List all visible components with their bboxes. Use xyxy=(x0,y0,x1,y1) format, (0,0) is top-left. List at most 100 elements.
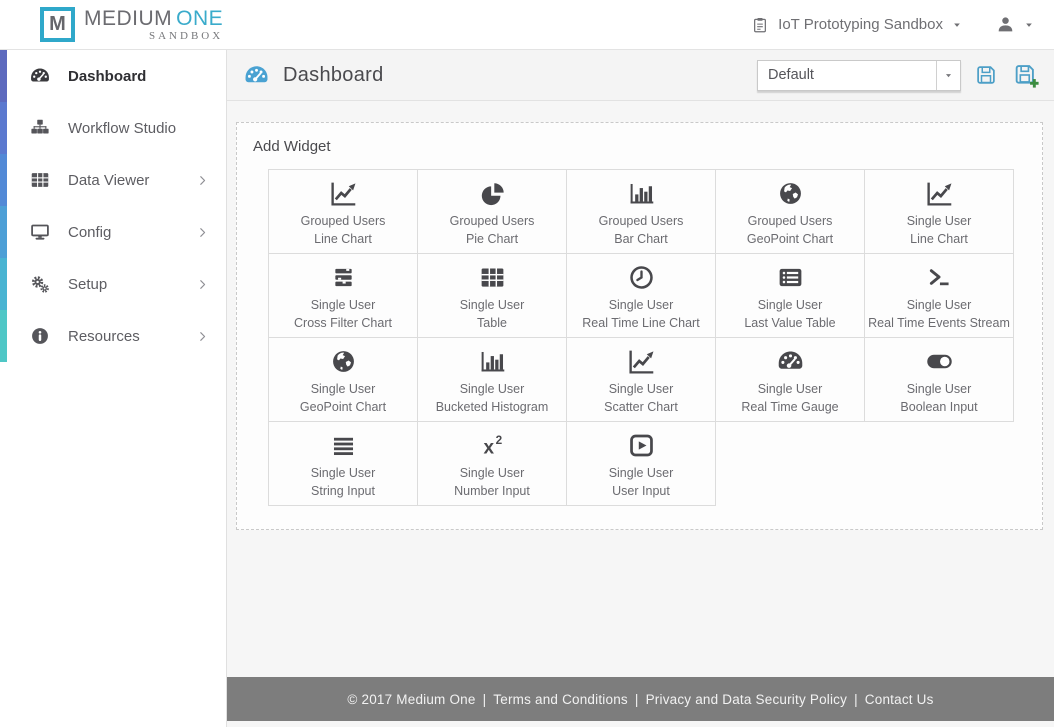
sidebar-nav: Dashboard Workflow Studio Data Viewer Co… xyxy=(0,50,226,362)
sidebar-accent-dashboard xyxy=(0,50,7,102)
terminal-icon xyxy=(925,263,954,292)
globe-icon xyxy=(329,347,358,376)
cross-filter-icon xyxy=(329,263,358,292)
widget-single-user-number-input[interactable]: Single User Number Input xyxy=(418,422,567,506)
footer-separator: | xyxy=(634,691,639,707)
widget-single-user-bucketed-histogram[interactable]: Single User Bucketed Histogram xyxy=(418,338,567,422)
line-chart-icon xyxy=(329,179,358,208)
footer-link-contact-us[interactable]: Contact Us xyxy=(865,692,934,707)
widget-single-user-line-chart[interactable]: Single User Line Chart xyxy=(865,170,1014,254)
sidebar-item-label: Setup xyxy=(68,275,108,293)
widget-group-label: Single User xyxy=(459,382,525,396)
save-plus-icon xyxy=(1013,62,1039,88)
sidebar-accent-config xyxy=(0,206,7,258)
sandbox-selector[interactable]: IoT Prototyping Sandbox xyxy=(751,16,962,34)
widget-type-label: Cross Filter Chart xyxy=(294,316,392,330)
widget-type-label: Bar Chart xyxy=(614,232,668,246)
widget-single-user-real-time-line-chart[interactable]: Single User Real Time Line Chart xyxy=(567,254,716,338)
chevron-right-icon xyxy=(197,227,208,238)
page-title-wrap: Dashboard xyxy=(243,62,384,89)
list-icon xyxy=(776,263,805,292)
widget-grouped-users-line-chart[interactable]: Grouped Users Line Chart xyxy=(269,170,418,254)
logo[interactable]: M MEDIUM ONE SANDBOX xyxy=(40,7,223,42)
chevron-right-icon xyxy=(197,279,208,290)
logo-text: MEDIUM ONE SANDBOX xyxy=(84,8,223,42)
widget-group-label: Grouped Users xyxy=(598,214,684,228)
widget-single-user-boolean-input[interactable]: Single User Boolean Input xyxy=(865,338,1014,422)
sidebar-item-setup[interactable]: Setup xyxy=(0,258,226,310)
pie-chart-icon xyxy=(478,179,507,208)
chevron-right-icon xyxy=(197,331,208,342)
widget-group-label: Single User xyxy=(310,298,376,312)
widget-type-label: GeoPoint Chart xyxy=(299,400,387,414)
sidebar-item-config[interactable]: Config xyxy=(0,206,226,258)
line-chart-icon xyxy=(627,347,656,376)
desktop-icon xyxy=(29,221,51,243)
caret-down-icon xyxy=(952,20,962,30)
sidebar-item-dashboard[interactable]: Dashboard xyxy=(0,50,226,102)
widget-grouped-users-pie-chart[interactable]: Grouped Users Pie Chart xyxy=(418,170,567,254)
widget-single-user-string-input[interactable]: Single User String Input xyxy=(269,422,418,506)
line-chart-icon xyxy=(925,179,954,208)
page-header: Dashboard Default xyxy=(227,50,1054,101)
bar-chart-icon xyxy=(627,179,656,208)
account-menu[interactable] xyxy=(996,15,1034,34)
sidebar-accent-setup xyxy=(0,258,7,310)
gauge-icon xyxy=(29,65,51,87)
topbar: M MEDIUM ONE SANDBOX IoT Prototyping Sand… xyxy=(0,0,1054,50)
widget-single-user-user-input[interactable]: Single User User Input xyxy=(567,422,716,506)
sidebar-accent-strip xyxy=(0,50,7,362)
widget-single-user-real-time-events-stream[interactable]: Single User Real Time Events Stream xyxy=(865,254,1014,338)
widget-single-user-geopoint-chart[interactable]: Single User GeoPoint Chart xyxy=(269,338,418,422)
app-root: M MEDIUM ONE SANDBOX IoT Prototyping Sand… xyxy=(0,0,1054,727)
main-area: Dashboard Default Add Widget Grouped Use… xyxy=(227,50,1054,727)
footer-separator: | xyxy=(854,691,858,707)
page-title: Dashboard xyxy=(283,63,384,86)
widget-group-label: Grouped Users xyxy=(449,214,535,228)
user-icon xyxy=(996,15,1015,34)
dashboard-gauge-icon xyxy=(243,62,270,89)
widget-group-label: Single User xyxy=(906,382,972,396)
footer-link-terms-and-conditions[interactable]: Terms and Conditions xyxy=(493,692,628,707)
footer-link-privacy-and-data-security-policy[interactable]: Privacy and Data Security Policy xyxy=(646,692,847,707)
dashboard-select-caret-button[interactable] xyxy=(936,60,960,90)
sidebar-item-data-viewer[interactable]: Data Viewer xyxy=(0,154,226,206)
save-as-new-dashboard-button[interactable] xyxy=(1011,60,1041,90)
widget-single-user-last-value-table[interactable]: Single User Last Value Table xyxy=(716,254,865,338)
sidebar-accent-workflow-studio xyxy=(0,102,7,154)
add-widget-title: Add Widget xyxy=(253,138,331,155)
save-dashboard-button[interactable] xyxy=(972,61,1000,89)
table-icon xyxy=(29,169,51,191)
gauge-icon xyxy=(776,347,805,376)
sidebar-item-workflow-studio[interactable]: Workflow Studio xyxy=(0,102,226,154)
clock-icon xyxy=(627,263,656,292)
widget-type-label: User Input xyxy=(612,484,670,498)
sidebar-item-label: Config xyxy=(68,223,112,241)
sidebar-item-resources[interactable]: Resources xyxy=(0,310,226,362)
widget-single-user-real-time-gauge[interactable]: Single User Real Time Gauge xyxy=(716,338,865,422)
widget-single-user-cross-filter-chart[interactable]: Single User Cross Filter Chart xyxy=(269,254,418,338)
widget-group-label: Single User xyxy=(906,298,972,312)
toggle-icon xyxy=(925,347,954,376)
superscript-icon xyxy=(478,431,507,460)
widget-grouped-users-geopoint-chart[interactable]: Grouped Users GeoPoint Chart xyxy=(716,170,865,254)
widget-group-label: Single User xyxy=(757,382,823,396)
widget-type-label: Real Time Line Chart xyxy=(582,316,700,330)
info-icon xyxy=(29,325,51,347)
footer-copyright: © 2017 Medium One xyxy=(347,691,476,707)
dashboard-select[interactable]: Default xyxy=(757,59,961,91)
widget-type-label: Last Value Table xyxy=(744,316,836,330)
widget-single-user-scatter-chart[interactable]: Single User Scatter Chart xyxy=(567,338,716,422)
clipboard-icon xyxy=(751,16,769,34)
widget-grouped-users-bar-chart[interactable]: Grouped Users Bar Chart xyxy=(567,170,716,254)
widget-type-label: Bucketed Histogram xyxy=(435,400,549,414)
sitemap-icon xyxy=(29,117,51,139)
dashboard-select-value: Default xyxy=(768,67,814,83)
widget-group-label: Grouped Users xyxy=(747,214,833,228)
widget-single-user-table[interactable]: Single User Table xyxy=(418,254,567,338)
widget-type-label: Boolean Input xyxy=(900,400,978,414)
sidebar-item-label: Workflow Studio xyxy=(68,119,177,137)
sidebar: Dashboard Workflow Studio Data Viewer Co… xyxy=(0,50,227,727)
widget-group-label: Single User xyxy=(459,466,525,480)
widget-type-label: Scatter Chart xyxy=(604,400,678,414)
